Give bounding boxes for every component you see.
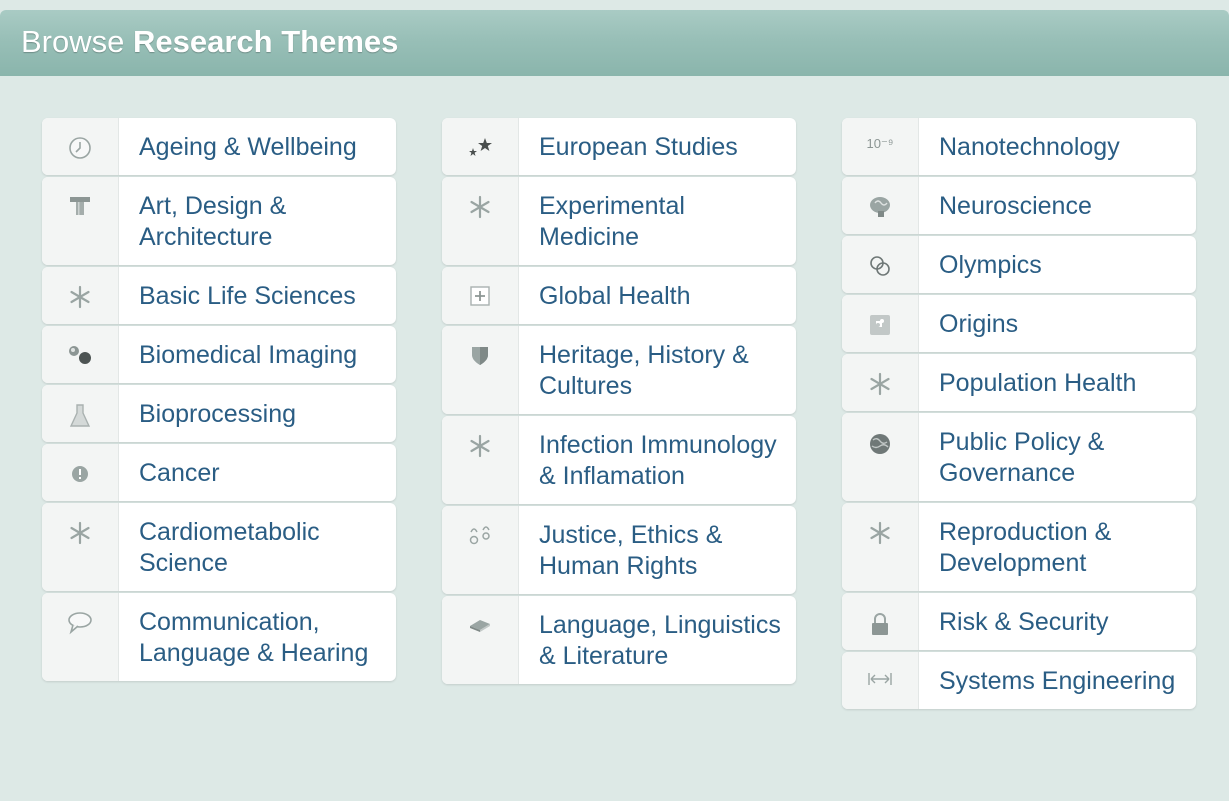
theme-item-label: Risk & Security [939, 608, 1109, 636]
theme-item-bioprocessing[interactable]: Bioprocessing [42, 385, 396, 442]
theme-item-label: Olympics [939, 251, 1042, 279]
theme-item-language-linguistics-literature[interactable]: Language, Linguistics & Literature [442, 596, 796, 684]
theme-item-nanotechnology[interactable]: 10⁻⁹ Nanotechnology [842, 118, 1196, 175]
shield-icon [442, 326, 519, 414]
theme-column-2: European Studies Experimental Medicine G… [442, 118, 796, 686]
theme-item-label: Systems Engineering [939, 667, 1176, 695]
theme-item-label: Reproduction & Development [939, 518, 1112, 577]
brain-icon [842, 177, 919, 234]
ten-power-icon: 10⁻⁹ [842, 118, 919, 175]
capsule-icon [42, 326, 119, 383]
width-arrows-icon [842, 652, 919, 709]
theme-item-label: Heritage, History & Cultures [539, 341, 749, 400]
puzzle-icon [842, 295, 919, 352]
theme-item-label: Population Health [939, 369, 1137, 397]
theme-item-basic-life-sciences[interactable]: Basic Life Sciences [42, 267, 396, 324]
theme-item-risk-security[interactable]: Risk & Security [842, 593, 1196, 650]
asterisk-icon [42, 267, 119, 324]
header-title-bold: Research Themes [133, 24, 399, 59]
theme-item-communication-language-hearing[interactable]: Communication, Language & Hearing [42, 593, 396, 681]
speech-bubble-icon [42, 593, 119, 681]
theme-item-global-health[interactable]: Global Health [442, 267, 796, 324]
theme-item-neuroscience[interactable]: Neuroscience [842, 177, 1196, 234]
theme-column-1: Ageing & Wellbeing Art, Design & Archite… [42, 118, 396, 683]
ten-power-text: 10⁻⁹ [866, 136, 894, 151]
asterisk-icon [842, 503, 919, 591]
theme-item-label: Infection Immunology & Inflamation [539, 431, 777, 490]
theme-item-label: Communication, Language & Hearing [139, 608, 369, 667]
scales-icon [442, 506, 519, 594]
theme-item-label: Global Health [539, 282, 691, 310]
theme-item-reproduction-development[interactable]: Reproduction & Development [842, 503, 1196, 591]
theme-item-origins[interactable]: Origins [842, 295, 1196, 352]
theme-item-european-studies[interactable]: European Studies [442, 118, 796, 175]
globe-icon [842, 413, 919, 501]
flask-icon [42, 385, 119, 442]
asterisk-icon [842, 354, 919, 411]
theme-item-cardiometabolic-science[interactable]: Cardiometabolic Science [42, 503, 396, 591]
theme-item-label: Basic Life Sciences [139, 282, 356, 310]
book-icon [442, 596, 519, 684]
theme-item-label: Ageing & Wellbeing [139, 133, 357, 161]
theme-item-label: Public Policy & Governance [939, 428, 1105, 487]
theme-item-systems-engineering[interactable]: Systems Engineering [842, 652, 1196, 709]
theme-item-infection-immunology-inflamation[interactable]: Infection Immunology & Inflamation [442, 416, 796, 504]
rings-icon [842, 236, 919, 293]
theme-item-label: Neuroscience [939, 192, 1092, 220]
theme-item-label: Art, Design & Architecture [139, 192, 287, 251]
theme-item-label: Experimental Medicine [539, 192, 685, 251]
theme-item-label: Cardiometabolic Science [139, 518, 320, 577]
theme-item-label: Bioprocessing [139, 400, 297, 428]
theme-item-experimental-medicine[interactable]: Experimental Medicine [442, 177, 796, 265]
theme-item-cancer[interactable]: Cancer [42, 444, 396, 501]
theme-item-biomedical-imaging[interactable]: Biomedical Imaging [42, 326, 396, 383]
theme-item-label: Justice, Ethics & Human Rights [539, 521, 723, 580]
asterisk-icon [442, 177, 519, 265]
theme-item-label: Cancer [139, 459, 220, 487]
theme-item-justice-ethics-human-rights[interactable]: Justice, Ethics & Human Rights [442, 506, 796, 594]
theme-item-ageing-wellbeing[interactable]: Ageing & Wellbeing [42, 118, 396, 175]
theme-item-art-design-architecture[interactable]: Art, Design & Architecture [42, 177, 396, 265]
theme-item-label: Origins [939, 310, 1019, 338]
lock-icon [842, 593, 919, 650]
header-title-light: Browse [21, 24, 125, 59]
asterisk-icon [42, 503, 119, 591]
asterisk-icon [442, 416, 519, 504]
panel-header: Browse Research Themes [0, 10, 1229, 76]
theme-item-label: Biomedical Imaging [139, 341, 358, 369]
plus-box-icon [442, 267, 519, 324]
stars-icon [442, 118, 519, 175]
theme-item-label: Language, Linguistics & Literature [539, 611, 781, 670]
theme-column-3: 10⁻⁹ Nanotechnology Neuroscience Olympic… [842, 118, 1196, 711]
clock-icon [42, 118, 119, 175]
theme-item-public-policy-governance[interactable]: Public Policy & Governance [842, 413, 1196, 501]
theme-item-population-health[interactable]: Population Health [842, 354, 1196, 411]
alert-icon [42, 444, 119, 501]
column-icon [42, 177, 119, 265]
theme-item-label: Nanotechnology [939, 133, 1120, 161]
theme-item-olympics[interactable]: Olympics [842, 236, 1196, 293]
theme-item-heritage-history-cultures[interactable]: Heritage, History & Cultures [442, 326, 796, 414]
theme-item-label: European Studies [539, 133, 738, 161]
research-themes-panel: Browse Research Themes Ageing & Wellbein… [0, 0, 1229, 801]
